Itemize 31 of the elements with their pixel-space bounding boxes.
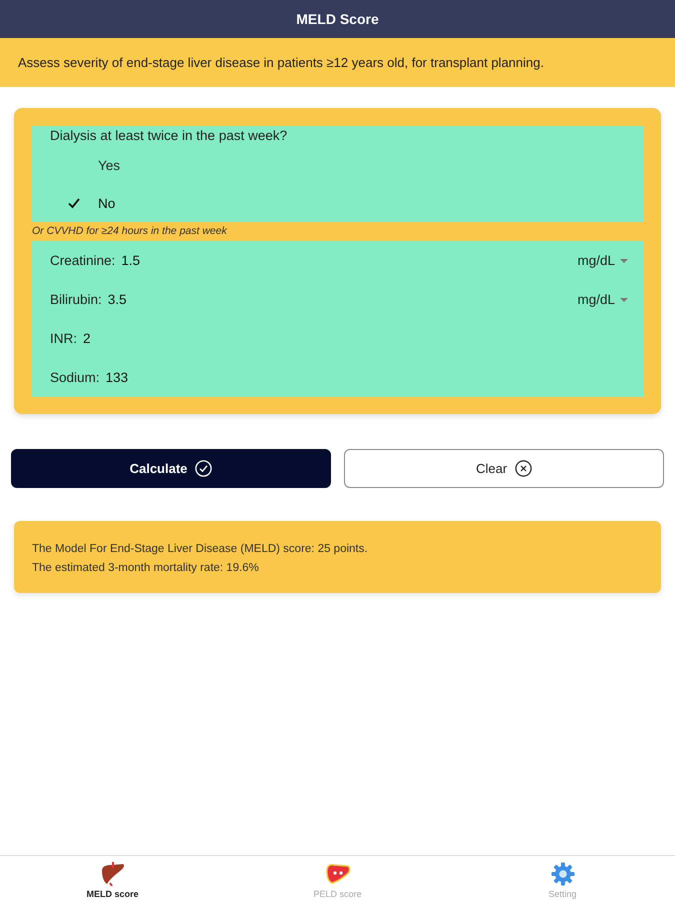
close-circle-icon	[515, 460, 532, 477]
option-label: Yes	[98, 158, 120, 172]
value-input[interactable]: 1.5	[121, 252, 148, 270]
check-circle-icon	[195, 460, 212, 477]
field-label: Sodium:	[50, 370, 100, 385]
option-item[interactable]: Yes	[50, 146, 628, 184]
value-input[interactable]: 3.5	[108, 290, 135, 308]
tab-item[interactable]: MELD score	[0, 856, 225, 900]
value-input[interactable]: 2	[83, 330, 95, 348]
clear-button[interactable]: Clear	[344, 449, 664, 488]
option-item[interactable]: No	[50, 184, 628, 222]
caret-icon	[620, 298, 628, 302]
field-label: Creatinine:	[50, 253, 116, 268]
liver-face-icon	[324, 862, 350, 886]
calculate-button[interactable]: Calculate	[11, 449, 331, 488]
checkmark-icon	[68, 197, 80, 209]
liver-icon	[100, 862, 126, 886]
question-text: Dialysis at least twice in the past week?	[50, 127, 288, 145]
field-label: INR:	[50, 331, 77, 346]
screen-title: MELD Score	[296, 11, 379, 27]
value-input[interactable]: 133	[106, 368, 133, 386]
field-label: Bilirubin:	[50, 292, 102, 307]
result-text: The estimated 3-month mortality rate: 19.6%	[32, 561, 260, 576]
option-label: No	[98, 196, 116, 210]
unit-dropdown[interactable]: mg/dL	[577, 292, 628, 307]
result-text: The Model For End-Stage Liver Disease (MELD) score: 25 points.	[32, 542, 369, 557]
unit-dropdown[interactable]: mg/dL	[577, 253, 628, 268]
description-text: Assess severity of end-stage liver disease in patients ≥12 years old, for transplant planning.	[18, 55, 544, 70]
gear-icon	[550, 862, 574, 886]
caret-icon	[620, 258, 628, 262]
note-text: Or CVVHD for ≥24 hours in the past week	[32, 224, 228, 239]
